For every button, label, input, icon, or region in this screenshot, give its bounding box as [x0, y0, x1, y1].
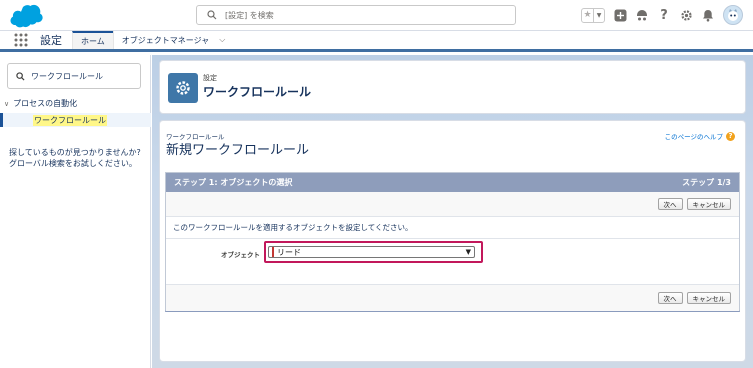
tab-home[interactable]: ホーム — [72, 31, 113, 49]
step-panel: ステップ 1: オブジェクトの選択 ステップ 1/3 次へ キャンセル このワー… — [165, 172, 740, 312]
help-link-label: このページのヘルプ — [664, 133, 723, 141]
app-name: 設定 — [40, 34, 62, 47]
help-icon[interactable]: ? — [657, 8, 671, 23]
content-panel: ワークフロールール 新規ワークフロールール このページのヘルプ ? ステップ 1… — [159, 120, 746, 362]
bottom-button-row: 次へ キャンセル — [166, 285, 739, 311]
setup-sidebar: ワークフロールール ∨ プロセスの自動化 ワークフロールール 探しているものが見… — [0, 55, 151, 368]
search-icon — [207, 10, 217, 20]
global-actions-icon[interactable] — [613, 8, 627, 22]
setup-gear-icon — [168, 73, 198, 103]
favorites-star-icon[interactable]: ★ — [582, 9, 593, 22]
context-bar: 設定 ホーム オブジェクトマネージャ ⌵ — [0, 31, 753, 52]
header-icons: ★ ▼ ? — [581, 5, 743, 25]
object-select-value: リード — [277, 247, 301, 257]
tab-object-manager-label: オブジェクトマネージャ — [121, 35, 210, 45]
object-field-row: オブジェクト リード ▼ — [166, 239, 739, 285]
setup-gear-icon[interactable] — [679, 8, 693, 22]
chevron-down-icon: ▼ — [465, 248, 471, 256]
tree-item-workflow-rules[interactable]: ワークフロールール — [0, 113, 151, 127]
search-placeholder: [設定] を検索 — [225, 10, 274, 20]
favorites-dropdown-icon[interactable]: ▼ — [593, 8, 604, 22]
object-select[interactable]: リード ▼ — [268, 246, 475, 258]
instruction-text: このワークフロールールを適用するオブジェクトを設定してください。 — [166, 217, 739, 239]
step-header: ステップ 1: オブジェクトの選択 ステップ 1/3 — [166, 173, 739, 192]
chevron-down-icon[interactable]: ⌵ — [219, 35, 225, 45]
chevron-down-icon: ∨ — [4, 99, 10, 108]
not-found-message: 探しているものが見つかりませんか? グローバル検索をお試しください。 — [9, 148, 141, 168]
required-indicator — [272, 247, 274, 257]
notifications-bell-icon[interactable] — [701, 8, 715, 22]
step-counter: ステップ 1/3 — [682, 178, 731, 187]
page-title: ワークフロールール — [203, 85, 312, 99]
next-button[interactable]: 次へ — [657, 292, 683, 304]
trailhead-icon[interactable] — [635, 8, 649, 22]
page-eyebrow: 設定 — [203, 74, 217, 82]
help-link[interactable]: このページのヘルプ ? — [665, 131, 735, 141]
tree-item-process-automation[interactable]: ∨ プロセスの自動化 — [4, 98, 77, 109]
user-avatar[interactable] — [723, 5, 743, 25]
salesforce-logo[interactable] — [8, 4, 44, 28]
quick-find-input[interactable]: ワークフロールール — [7, 63, 141, 89]
tab-home-label: ホーム — [81, 36, 105, 46]
global-search-input[interactable]: [設定] を検索 — [196, 5, 516, 25]
favorites-group: ★ ▼ — [581, 7, 605, 23]
page-header: 設定 ワークフロールール — [159, 60, 746, 114]
app-launcher-icon[interactable] — [8, 31, 34, 49]
wizard-title: 新規ワークフロールール — [166, 143, 310, 158]
tree-item-label: プロセスの自動化 — [13, 99, 78, 108]
help-icon: ? — [726, 131, 735, 141]
cancel-button[interactable]: キャンセル — [686, 198, 731, 210]
next-button[interactable]: 次へ — [657, 198, 683, 210]
cancel-button[interactable]: キャンセル — [686, 292, 731, 304]
tab-object-manager[interactable]: オブジェクトマネージャ ⌵ — [112, 31, 234, 49]
global-header: [設定] を検索 ★ ▼ ? — [0, 0, 753, 31]
quick-find-value: ワークフロールール — [31, 71, 103, 81]
search-icon — [16, 71, 25, 81]
step-title: ステップ 1: オブジェクトの選択 — [174, 178, 293, 187]
tree-item-label: ワークフロールール — [33, 114, 107, 126]
top-button-row: 次へ キャンセル — [166, 192, 739, 217]
object-label: オブジェクト — [221, 251, 260, 259]
